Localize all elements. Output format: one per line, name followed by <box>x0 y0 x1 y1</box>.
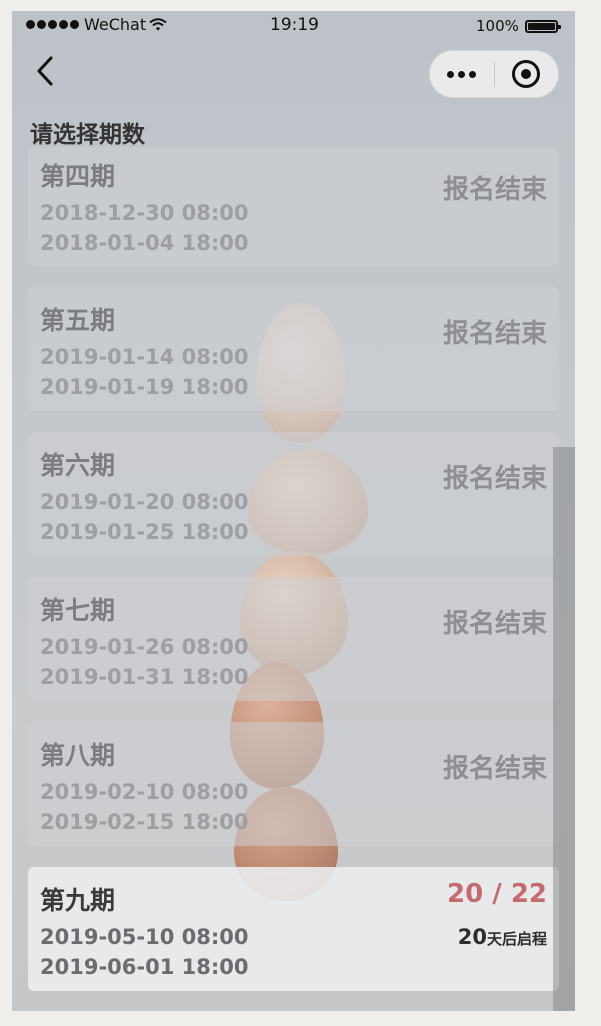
signal-strength-icon <box>26 20 79 29</box>
period-name: 第九期 <box>40 886 116 915</box>
departure-countdown: 20天后启程 <box>458 925 547 949</box>
period-card-active[interactable]: 第九期 2019-05-10 08:00 2019-06-01 18:00 20… <box>28 867 559 991</box>
registration-status: 报名结束 <box>442 754 547 784</box>
period-card[interactable]: 第六期 2019-01-20 08:00 2019-01-25 18:00 报名… <box>28 432 559 556</box>
battery-icon <box>525 20 561 33</box>
period-name: 第四期 <box>40 162 116 191</box>
countdown-days: 20 <box>457 925 487 949</box>
wifi-icon <box>149 18 167 31</box>
capsule-menu <box>429 50 559 98</box>
registration-status: 报名结束 <box>442 609 547 639</box>
chevron-left-icon <box>37 56 53 86</box>
page-title: 请选择期数 <box>30 122 145 148</box>
carrier-name: WeChat <box>84 15 147 34</box>
start-time: 2018-12-30 08:00 <box>40 201 249 225</box>
more-button[interactable] <box>430 51 494 97</box>
scrollbar[interactable] <box>553 447 575 1011</box>
end-time: 2019-01-25 18:00 <box>40 520 249 544</box>
period-name: 第八期 <box>40 741 116 770</box>
clock: 19:19 <box>270 15 319 35</box>
countdown-label: 天后启程 <box>486 930 547 948</box>
capsule-divider <box>494 62 495 87</box>
start-time: 2019-05-10 08:00 <box>40 925 249 949</box>
start-time: 2019-01-26 08:00 <box>40 635 249 659</box>
registration-status: 报名结束 <box>442 175 547 205</box>
end-time: 2019-01-19 18:00 <box>40 375 249 399</box>
period-name: 第五期 <box>40 306 116 335</box>
battery-percentage: 100% <box>476 17 519 35</box>
end-time: 2019-06-01 18:00 <box>40 955 249 979</box>
back-button[interactable] <box>30 51 64 91</box>
status-bar: WeChat 19:19 100% <box>12 11 575 43</box>
phone-screen: WeChat 19:19 100% 请选择期数 第四期 2018-12-30 0… <box>12 11 575 1011</box>
end-time: 2019-02-15 18:00 <box>40 810 249 834</box>
registration-status: 报名结束 <box>442 319 547 349</box>
enrollment-count: 20 / 22 <box>447 879 547 909</box>
start-time: 2019-01-20 08:00 <box>40 490 249 514</box>
period-card[interactable]: 第七期 2019-01-26 08:00 2019-01-31 18:00 报名… <box>28 577 559 701</box>
period-name: 第七期 <box>40 596 116 625</box>
start-time: 2019-02-10 08:00 <box>40 780 249 804</box>
period-card[interactable]: 第五期 2019-01-14 08:00 2019-01-19 18:00 报名… <box>28 287 559 411</box>
registration-status: 报名结束 <box>442 464 547 494</box>
period-card[interactable]: 第八期 2019-02-10 08:00 2019-02-15 18:00 报名… <box>28 722 559 846</box>
period-name: 第六期 <box>40 451 116 480</box>
end-time: 2019-01-31 18:00 <box>40 665 249 689</box>
start-time: 2019-01-14 08:00 <box>40 345 249 369</box>
end-time: 2018-01-04 18:00 <box>40 231 249 255</box>
period-card[interactable]: 第四期 2018-12-30 08:00 2018-01-04 18:00 报名… <box>28 147 559 266</box>
close-miniprogram-button[interactable] <box>496 51 558 97</box>
